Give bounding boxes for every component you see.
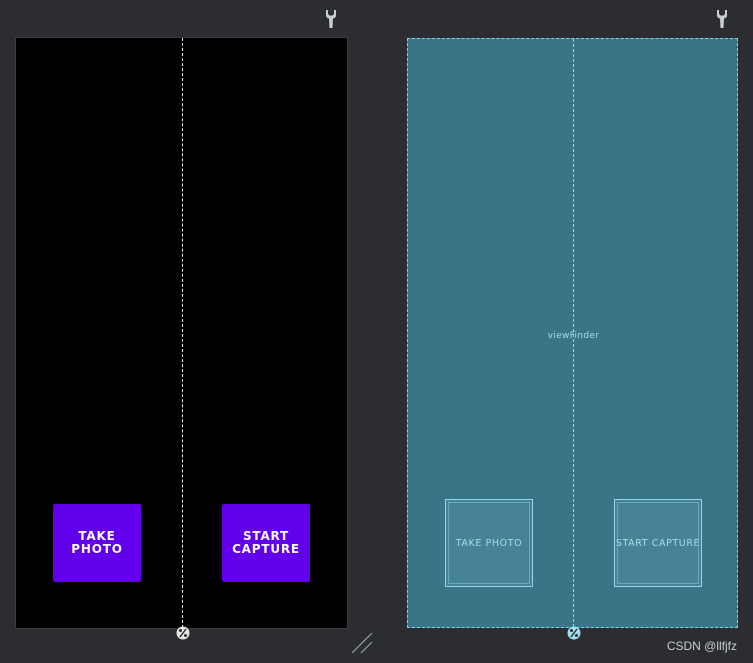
view-finder-label: viewFinder: [547, 331, 600, 341]
take-photo-label: TAKE PHOTO: [455, 537, 523, 549]
design-surface[interactable]: TAKE PHOTO START CAPTURE: [16, 38, 347, 628]
take-photo-button[interactable]: TAKE PHOTO: [53, 504, 141, 582]
start-capture-button[interactable]: START CAPTURE: [222, 504, 310, 582]
wrench-icon[interactable]: [324, 9, 338, 29]
start-capture-label: START CAPTURE: [615, 537, 701, 549]
take-photo-button-outline[interactable]: TAKE PHOTO: [445, 499, 533, 587]
percent-guideline-icon[interactable]: [566, 625, 582, 641]
percent-guideline-icon[interactable]: [175, 625, 191, 641]
start-capture-button-outline[interactable]: START CAPTURE: [614, 499, 702, 587]
blueprint-surface[interactable]: viewFinder TAKE PHOTO START CAPTURE: [407, 38, 738, 628]
resize-handle-icon[interactable]: [351, 632, 375, 656]
vertical-guideline[interactable]: [182, 38, 183, 628]
watermark: CSDN @llfjfz: [666, 639, 737, 653]
wrench-icon[interactable]: [715, 9, 729, 29]
